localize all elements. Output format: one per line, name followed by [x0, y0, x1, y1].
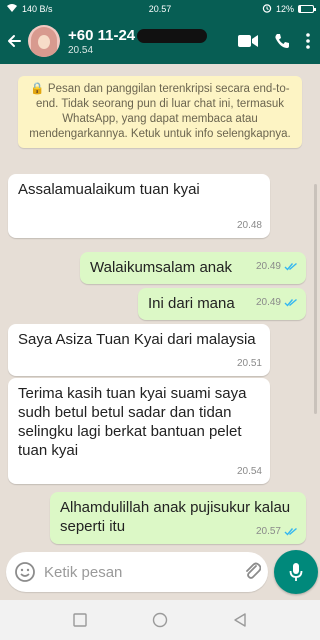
contact-info[interactable]: +60 11-24 20.54	[68, 27, 238, 56]
home-icon[interactable]	[152, 612, 168, 628]
read-ticks-icon	[284, 298, 298, 307]
battery-percent: 12%	[275, 4, 294, 14]
message-text: Walaikumsalam anak	[90, 259, 232, 276]
network-speed: 140 B/s	[22, 4, 53, 14]
last-seen: 20.54	[68, 44, 94, 56]
video-call-icon[interactable]	[238, 34, 258, 48]
message-text: Ini dari mana	[148, 295, 235, 312]
message-bubble[interactable]: Alhamdulillah anak pujisukur kalau seper…	[50, 492, 306, 544]
scrollbar[interactable]	[314, 184, 317, 414]
clock: 20.57	[148, 4, 172, 14]
battery-icon	[298, 5, 316, 13]
status-bar: 140 B/s 20.57 12%	[0, 0, 320, 18]
redaction-mark	[137, 28, 208, 43]
chat-header: +60 11-24 20.54	[0, 18, 320, 64]
message-time: 20.57	[255, 526, 281, 537]
message-time: 20.49	[255, 261, 281, 272]
message-bubble[interactable]: Terima kasih tuan kyai suami saya sudh b…	[8, 378, 270, 484]
recents-icon[interactable]	[72, 613, 87, 627]
mic-icon	[289, 563, 303, 581]
message-input[interactable]	[44, 563, 243, 581]
contact-name: +60 11-24	[68, 26, 136, 44]
emoji-icon[interactable]	[14, 561, 36, 583]
encryption-notice[interactable]: 🔒 Pesan dan panggilan terenkripsi secara…	[18, 76, 302, 148]
message-bubble[interactable]: Assalamualaikum tuan kyai 20.48	[8, 174, 270, 238]
avatar[interactable]	[28, 25, 60, 57]
back-button[interactable]	[0, 18, 28, 64]
message-bubble[interactable]: Ini dari mana 20.49	[138, 288, 306, 320]
message-text: Assalamualaikum tuan kyai	[18, 181, 200, 198]
message-text: Terima kasih tuan kyai suami saya sudh b…	[18, 385, 247, 459]
attach-icon[interactable]	[243, 560, 262, 585]
message-time: 20.49	[255, 297, 281, 308]
chat-area[interactable]: 🔒 Pesan dan panggilan terenkripsi secara…	[0, 64, 320, 546]
phone-icon[interactable]	[274, 33, 290, 49]
alarm-icon	[262, 3, 272, 15]
read-ticks-icon	[284, 262, 298, 271]
more-vert-icon[interactable]	[306, 33, 310, 49]
back-arrow-icon	[8, 35, 21, 47]
system-nav-bar	[0, 600, 320, 640]
read-ticks-icon	[284, 527, 298, 536]
message-time: 20.48	[236, 220, 262, 231]
mic-button[interactable]	[274, 550, 318, 594]
message-time: 20.51	[236, 358, 262, 369]
back-nav-icon[interactable]	[233, 613, 247, 627]
message-text: Saya Asiza Tuan Kyai dari malaysia	[18, 331, 256, 348]
message-time: 20.54	[236, 466, 262, 477]
wifi-icon	[6, 3, 18, 15]
message-bubble[interactable]: Walaikumsalam anak 20.49	[80, 252, 306, 284]
message-input-bar	[6, 552, 296, 592]
message-bubble[interactable]: Saya Asiza Tuan Kyai dari malaysia 20.51	[8, 324, 270, 376]
